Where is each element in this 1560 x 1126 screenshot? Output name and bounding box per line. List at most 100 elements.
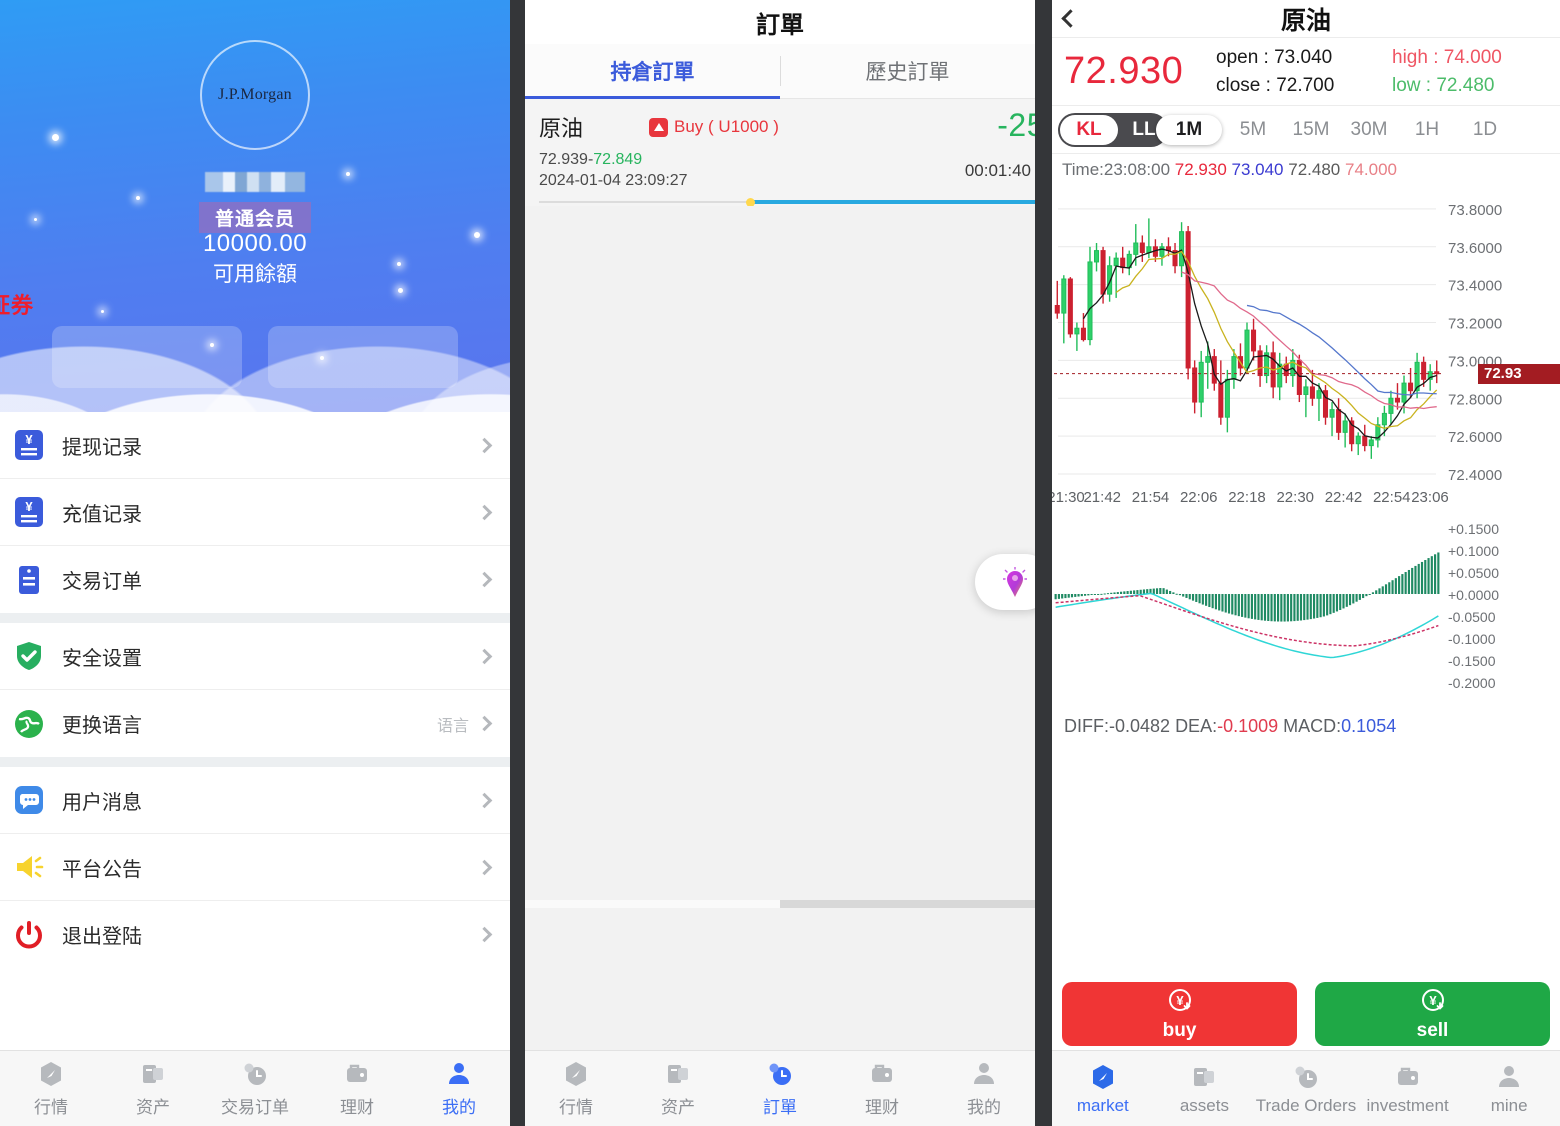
tab-trade-orders[interactable]: Trade Orders (1255, 1062, 1357, 1116)
tab-market[interactable]: 行情 (0, 1059, 102, 1118)
pin-assistant-icon (1002, 566, 1028, 597)
menu-item-trade-orders[interactable]: 交易订单 (0, 546, 510, 613)
tab-mine[interactable]: 我的 (408, 1059, 510, 1118)
chevron-right-icon (476, 437, 493, 453)
yen-withdraw-icon: ¥ (12, 428, 46, 462)
chart-type-kl[interactable]: KL (1060, 114, 1118, 145)
tab-label: 资产 (661, 1098, 695, 1117)
tab-open-positions[interactable]: 持倉訂單 (525, 44, 780, 99)
screenshot-stage: J.P.Morgan 普通会员 10000.00 可用餘額 証券 ¥ 提现记录 (0, 0, 1560, 1126)
svg-text:22:54: 22:54 (1373, 489, 1411, 506)
menu-divider (0, 757, 510, 767)
timeframe-15m[interactable]: 15M (1282, 119, 1340, 141)
macd-macd-label: MACD: (1283, 716, 1342, 736)
order-current-price: 72.849 (593, 151, 643, 168)
avatar[interactable]: J.P.Morgan (200, 40, 310, 150)
macd-info-line: DIFF:-0.0482 DEA:-0.1009 MACD:0.1054 (1052, 712, 1560, 737)
svg-text:21:42: 21:42 (1083, 489, 1121, 506)
sparkle (346, 172, 350, 176)
tab-label: 行情 (559, 1098, 593, 1117)
tab-assets[interactable]: 资产 (102, 1059, 204, 1118)
panel-gap-2 (1035, 0, 1052, 1126)
menu-item-withdraw-records[interactable]: ¥ 提现记录 (0, 412, 510, 479)
svg-text:¥: ¥ (1429, 993, 1437, 1008)
timeframe-30m[interactable]: 30M (1340, 119, 1398, 141)
tab-label: 资产 (136, 1098, 170, 1117)
order-header: 原油 Buy ( U1000 ) -25 (539, 107, 1035, 143)
svg-text:72.6000: 72.6000 (1448, 429, 1502, 446)
chevron-right-icon (476, 571, 493, 588)
tab-label: 理财 (865, 1098, 899, 1117)
svg-text:22:18: 22:18 (1228, 489, 1266, 506)
timeframe-5m[interactable]: 5M (1224, 119, 1282, 141)
chart-info-v2: 73.040 (1231, 160, 1284, 179)
menu-item-label: 退出登陆 (62, 926, 142, 948)
purse-icon (342, 1059, 372, 1089)
tab-market[interactable]: 行情 (525, 1059, 627, 1118)
tab-market[interactable]: market (1052, 1062, 1154, 1116)
candlestick-chart[interactable]: 73.8000 73.6000 73.4000 73.2000 73.0000 72.80… (1052, 182, 1560, 522)
tab-investment[interactable]: 理财 (306, 1059, 408, 1118)
menu-item-deposit-records[interactable]: ¥ 充值记录 (0, 479, 510, 546)
user-icon (1494, 1062, 1524, 1092)
tab-investment[interactable]: investment (1357, 1062, 1459, 1116)
tab-assets[interactable]: 资产 (627, 1059, 729, 1118)
avatar-logo-text: J.P.Morgan (218, 86, 292, 103)
menu-item-change-language[interactable]: 更换语言 语言 (0, 690, 510, 757)
macd-macd: 0.1054 (1341, 716, 1397, 736)
yen-sell-icon: ¥ (1420, 987, 1446, 1018)
username-masked (205, 172, 305, 192)
sparkle (34, 218, 37, 221)
tab-label: 交易订单 (221, 1098, 289, 1117)
menu-item-security-settings[interactable]: 安全设置 (0, 623, 510, 690)
macd-chart[interactable]: +0.1500 +0.1000 +0.0500 +0.0000 -0.0500 -0.10… (1052, 522, 1560, 712)
tab-mine[interactable]: 我的 (933, 1059, 1035, 1118)
panel-orders: 訂單 持倉訂單 歷史訂單 原油 Buy ( U1000 ) -25 (525, 0, 1035, 1126)
panel2-tabbar: 行情 资产 訂單 理财 我的 (525, 1050, 1035, 1126)
menu-item-user-messages[interactable]: 用户消息 (0, 767, 510, 834)
power-icon (12, 918, 46, 952)
timeframe-1h[interactable]: 1H (1398, 119, 1456, 141)
wallet-icon (1189, 1062, 1219, 1092)
menu-item-logout[interactable]: 退出登陆 (0, 901, 510, 968)
svg-text:21:54: 21:54 (1132, 489, 1170, 506)
horizontal-scrollbar[interactable] (525, 900, 1035, 908)
buy-button[interactable]: ¥ buy (1062, 982, 1297, 1046)
tab-order-history[interactable]: 歷史訂單 (780, 44, 1035, 98)
timeframe-1m[interactable]: 1M (1156, 114, 1222, 145)
tab-assets[interactable]: assets (1154, 1062, 1256, 1116)
chevron-right-icon (476, 792, 493, 808)
menu-item-extra: 语言 (436, 717, 469, 735)
panel-gap-1 (510, 0, 525, 1126)
tab-trade-orders[interactable]: 交易订单 (204, 1059, 306, 1118)
panel3-tabbar: market assets Trade Orders investment mi… (1052, 1050, 1560, 1126)
sell-button[interactable]: ¥ sell (1315, 982, 1550, 1046)
tab-label: 理财 (340, 1098, 374, 1117)
chart-info-time: Time:23:08:00 (1062, 160, 1171, 179)
timeframe-1d[interactable]: 1D (1456, 119, 1514, 141)
tab-orders[interactable]: 訂單 (729, 1059, 831, 1118)
chevron-right-icon (476, 926, 493, 943)
order-row[interactable]: 原油 Buy ( U1000 ) -25 72.939-72.849 2024-… (525, 99, 1035, 207)
svg-text:23:06: 23:06 (1411, 489, 1449, 506)
menu-divider (0, 613, 510, 623)
chart-info-v1: 72.930 (1174, 160, 1227, 179)
tab-label: mine (1490, 1095, 1528, 1115)
user-icon (969, 1059, 999, 1089)
compass-icon (1088, 1062, 1118, 1092)
tab-mine[interactable]: mine (1458, 1062, 1560, 1116)
menu-item-label: 充值记录 (62, 503, 142, 526)
panel-chart: 原油 72.930 open : 73.040 high : 74.000 cl… (1052, 0, 1560, 1126)
macd-diff: DIFF:-0.0482 (1064, 716, 1171, 736)
svg-text:72.4000: 72.4000 (1448, 467, 1502, 484)
account-hero: J.P.Morgan 普通会员 10000.00 可用餘額 証券 (0, 0, 510, 412)
assistant-fab-button[interactable] (975, 554, 1035, 610)
menu-item-platform-announcements[interactable]: 平台公告 (0, 834, 510, 901)
menu-item-label: 提现记录 (62, 436, 142, 459)
menu-group-other: 用户消息 平台公告 退出登陆 (0, 767, 510, 968)
menu-item-label: 平台公告 (62, 858, 142, 881)
tab-investment[interactable]: 理财 (831, 1059, 933, 1118)
chevron-right-icon (476, 648, 493, 664)
menu-group-records: ¥ 提现记录 ¥ 充值记录 交易订单 (0, 412, 510, 613)
trade-action-bar: ¥ buy ¥ sell (1052, 982, 1560, 1046)
